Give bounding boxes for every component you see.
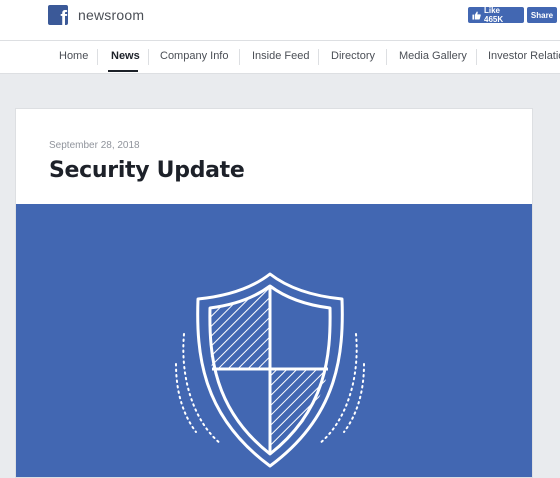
nav-divider [239,49,240,65]
article-date: September 28, 2018 [49,140,140,151]
thumbs-up-icon [472,11,481,20]
like-label: Like 465K [484,6,504,24]
article-card: September 28, 2018 Security Update [15,108,533,478]
nav-divider [148,49,149,65]
nav-divider [97,49,98,65]
nav-divider [476,49,477,65]
share-button[interactable]: Share [527,7,557,23]
nav-item-news[interactable]: News [111,41,140,73]
hero-banner [16,204,532,477]
nav-item-inside-feed[interactable]: Inside Feed [252,41,309,73]
article-title[interactable]: Security Update [49,158,245,183]
facebook-logo-icon[interactable]: f [48,5,68,25]
nav-divider [386,49,387,65]
newsroom-brand[interactable]: newsroom [78,7,144,23]
shield-icon [175,272,365,468]
nav-item-investor-relations[interactable]: Investor Relatio [488,41,560,73]
nav-item-media-gallery[interactable]: Media Gallery [399,41,467,73]
nav-item-directory[interactable]: Directory [331,41,375,73]
social-buttons: Like 465K Share [468,6,557,24]
logo-letter: f [60,8,67,25]
top-bar: f newsroom Like 465K Share [0,0,560,41]
nav-divider [318,49,319,65]
nav-item-home[interactable]: Home [59,41,88,73]
main-nav: Home News Company Info Inside Feed Direc… [0,41,560,74]
nav-item-company-info[interactable]: Company Info [160,41,228,73]
active-tab-indicator [108,70,138,72]
like-button[interactable]: Like 465K [468,6,524,24]
